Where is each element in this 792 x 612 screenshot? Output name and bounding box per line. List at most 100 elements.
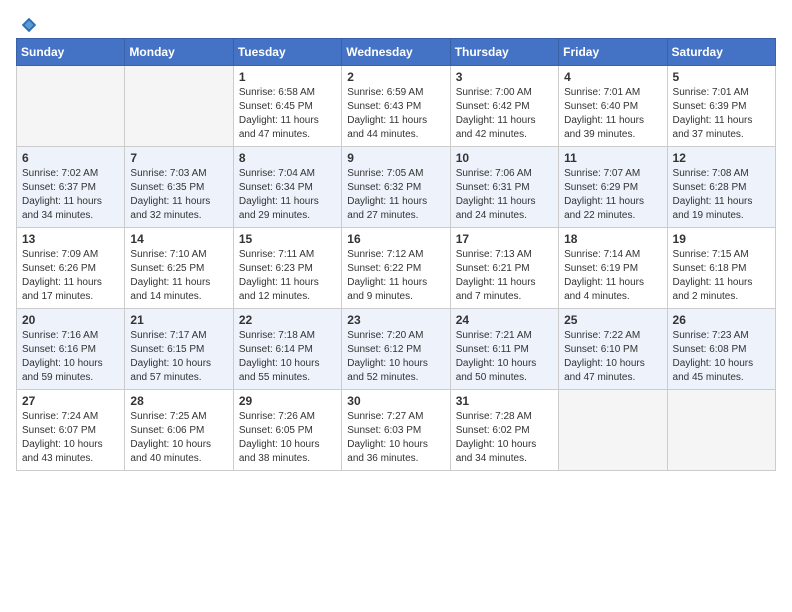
day-info: Sunrise: 7:21 AM Sunset: 6:11 PM Dayligh… bbox=[456, 329, 553, 385]
calendar-day-cell: 31 Sunrise: 7:28 AM Sunset: 6:02 PM Dayli… bbox=[450, 390, 558, 471]
day-info: Sunrise: 7:09 AM Sunset: 6:26 PM Dayligh… bbox=[22, 248, 119, 304]
calendar-day-cell: 28 Sunrise: 7:25 AM Sunset: 6:06 PM Dayli… bbox=[125, 390, 233, 471]
day-number: 15 bbox=[239, 232, 336, 246]
calendar-day-cell: 21 Sunrise: 7:17 AM Sunset: 6:15 PM Dayli… bbox=[125, 309, 233, 390]
day-info: Sunrise: 7:04 AM Sunset: 6:34 PM Dayligh… bbox=[239, 167, 336, 223]
calendar-header-saturday: Saturday bbox=[667, 39, 775, 66]
calendar-day-cell: 26Sunrise: 7:23 AM Sunset: 6:08 PM Dayli… bbox=[667, 309, 775, 390]
day-number: 22 bbox=[239, 313, 336, 327]
calendar-header-sunday: Sunday bbox=[17, 39, 125, 66]
day-number: 5 bbox=[673, 70, 770, 84]
day-number: 8 bbox=[239, 151, 336, 165]
calendar-day-cell: 22 Sunrise: 7:18 AM Sunset: 6:14 PM Dayli… bbox=[233, 309, 341, 390]
day-number: 27 bbox=[22, 394, 119, 408]
day-number: 29 bbox=[239, 394, 336, 408]
day-info: Sunrise: 7:23 AM Sunset: 6:08 PM Dayligh… bbox=[673, 329, 770, 385]
calendar-day-cell: 23Sunrise: 7:20 AM Sunset: 6:12 PM Dayli… bbox=[342, 309, 450, 390]
calendar-week-row: 27 Sunrise: 7:24 AM Sunset: 6:07 PM Dayli… bbox=[17, 390, 776, 471]
calendar-day-cell bbox=[17, 66, 125, 147]
day-number: 13 bbox=[22, 232, 119, 246]
calendar-table: SundayMondayTuesdayWednesdayThursdayFrid… bbox=[16, 38, 776, 471]
calendar-day-cell bbox=[559, 390, 667, 471]
day-number: 1 bbox=[239, 70, 336, 84]
day-number: 23 bbox=[347, 313, 444, 327]
day-info: Sunrise: 7:01 AM Sunset: 6:40 PM Dayligh… bbox=[564, 86, 661, 142]
day-number: 25 bbox=[564, 313, 661, 327]
day-number: 28 bbox=[130, 394, 227, 408]
calendar-day-cell: 19 Sunrise: 7:15 AM Sunset: 6:18 PM Dayli… bbox=[667, 228, 775, 309]
calendar-day-cell: 4 Sunrise: 7:01 AM Sunset: 6:40 PM Daylig… bbox=[559, 66, 667, 147]
calendar-day-cell: 25 Sunrise: 7:22 AM Sunset: 6:10 PM Dayli… bbox=[559, 309, 667, 390]
day-number: 31 bbox=[456, 394, 553, 408]
day-number: 24 bbox=[456, 313, 553, 327]
day-info: Sunrise: 7:00 AM Sunset: 6:42 PM Dayligh… bbox=[456, 86, 553, 142]
calendar-day-cell: 1 Sunrise: 6:58 AM Sunset: 6:45 PM Daylig… bbox=[233, 66, 341, 147]
day-number: 7 bbox=[130, 151, 227, 165]
day-info: Sunrise: 7:03 AM Sunset: 6:35 PM Dayligh… bbox=[130, 167, 227, 223]
day-number: 16 bbox=[347, 232, 444, 246]
calendar-week-row: 13 Sunrise: 7:09 AM Sunset: 6:26 PM Dayli… bbox=[17, 228, 776, 309]
calendar-day-cell: 6 Sunrise: 7:02 AM Sunset: 6:37 PM Daylig… bbox=[17, 147, 125, 228]
day-number: 9 bbox=[347, 151, 444, 165]
page-header bbox=[16, 16, 776, 28]
calendar-day-cell: 29Sunrise: 7:26 AM Sunset: 6:05 PM Dayli… bbox=[233, 390, 341, 471]
day-info: Sunrise: 7:02 AM Sunset: 6:37 PM Dayligh… bbox=[22, 167, 119, 223]
logo-icon bbox=[20, 16, 38, 34]
day-number: 3 bbox=[456, 70, 553, 84]
day-info: Sunrise: 7:28 AM Sunset: 6:02 PM Dayligh… bbox=[456, 410, 553, 466]
day-info: Sunrise: 7:27 AM Sunset: 6:03 PM Dayligh… bbox=[347, 410, 444, 466]
calendar-day-cell: 17 Sunrise: 7:13 AM Sunset: 6:21 PM Dayli… bbox=[450, 228, 558, 309]
day-number: 21 bbox=[130, 313, 227, 327]
day-number: 14 bbox=[130, 232, 227, 246]
calendar-header-row: SundayMondayTuesdayWednesdayThursdayFrid… bbox=[17, 39, 776, 66]
calendar-day-cell: 8 Sunrise: 7:04 AM Sunset: 6:34 PM Daylig… bbox=[233, 147, 341, 228]
day-info: Sunrise: 7:07 AM Sunset: 6:29 PM Dayligh… bbox=[564, 167, 661, 223]
day-info: Sunrise: 7:10 AM Sunset: 6:25 PM Dayligh… bbox=[130, 248, 227, 304]
calendar-day-cell: 9 Sunrise: 7:05 AM Sunset: 6:32 PM Daylig… bbox=[342, 147, 450, 228]
calendar-day-cell: 7 Sunrise: 7:03 AM Sunset: 6:35 PM Daylig… bbox=[125, 147, 233, 228]
calendar-day-cell: 24 Sunrise: 7:21 AM Sunset: 6:11 PM Dayli… bbox=[450, 309, 558, 390]
calendar-week-row: 20 Sunrise: 7:16 AM Sunset: 6:16 PM Dayli… bbox=[17, 309, 776, 390]
day-info: Sunrise: 7:17 AM Sunset: 6:15 PM Dayligh… bbox=[130, 329, 227, 385]
day-info: Sunrise: 7:13 AM Sunset: 6:21 PM Dayligh… bbox=[456, 248, 553, 304]
day-info: Sunrise: 7:25 AM Sunset: 6:06 PM Dayligh… bbox=[130, 410, 227, 466]
calendar-day-cell: 11 Sunrise: 7:07 AM Sunset: 6:29 PM Dayli… bbox=[559, 147, 667, 228]
day-info: Sunrise: 7:15 AM Sunset: 6:18 PM Dayligh… bbox=[673, 248, 770, 304]
calendar-day-cell: 13 Sunrise: 7:09 AM Sunset: 6:26 PM Dayli… bbox=[17, 228, 125, 309]
day-info: Sunrise: 6:58 AM Sunset: 6:45 PM Dayligh… bbox=[239, 86, 336, 142]
calendar-day-cell: 18 Sunrise: 7:14 AM Sunset: 6:19 PM Dayli… bbox=[559, 228, 667, 309]
day-number: 19 bbox=[673, 232, 770, 246]
day-info: Sunrise: 6:59 AM Sunset: 6:43 PM Dayligh… bbox=[347, 86, 444, 142]
day-number: 18 bbox=[564, 232, 661, 246]
day-number: 30 bbox=[347, 394, 444, 408]
calendar-header-monday: Monday bbox=[125, 39, 233, 66]
day-info: Sunrise: 7:08 AM Sunset: 6:28 PM Dayligh… bbox=[673, 167, 770, 223]
day-number: 2 bbox=[347, 70, 444, 84]
calendar-day-cell: 14 Sunrise: 7:10 AM Sunset: 6:25 PM Dayli… bbox=[125, 228, 233, 309]
calendar-day-cell: 30 Sunrise: 7:27 AM Sunset: 6:03 PM Dayli… bbox=[342, 390, 450, 471]
day-number: 11 bbox=[564, 151, 661, 165]
day-info: Sunrise: 7:14 AM Sunset: 6:19 PM Dayligh… bbox=[564, 248, 661, 304]
day-number: 6 bbox=[22, 151, 119, 165]
day-info: Sunrise: 7:24 AM Sunset: 6:07 PM Dayligh… bbox=[22, 410, 119, 466]
day-info: Sunrise: 7:18 AM Sunset: 6:14 PM Dayligh… bbox=[239, 329, 336, 385]
day-info: Sunrise: 7:16 AM Sunset: 6:16 PM Dayligh… bbox=[22, 329, 119, 385]
day-info: Sunrise: 7:11 AM Sunset: 6:23 PM Dayligh… bbox=[239, 248, 336, 304]
calendar-day-cell: 10Sunrise: 7:06 AM Sunset: 6:31 PM Dayli… bbox=[450, 147, 558, 228]
day-info: Sunrise: 7:05 AM Sunset: 6:32 PM Dayligh… bbox=[347, 167, 444, 223]
logo bbox=[16, 16, 38, 28]
calendar-week-row: 6 Sunrise: 7:02 AM Sunset: 6:37 PM Daylig… bbox=[17, 147, 776, 228]
calendar-day-cell bbox=[667, 390, 775, 471]
day-number: 20 bbox=[22, 313, 119, 327]
calendar-header-tuesday: Tuesday bbox=[233, 39, 341, 66]
day-info: Sunrise: 7:01 AM Sunset: 6:39 PM Dayligh… bbox=[673, 86, 770, 142]
calendar-day-cell: 12 Sunrise: 7:08 AM Sunset: 6:28 PM Dayli… bbox=[667, 147, 775, 228]
day-info: Sunrise: 7:22 AM Sunset: 6:10 PM Dayligh… bbox=[564, 329, 661, 385]
calendar-header-friday: Friday bbox=[559, 39, 667, 66]
day-number: 12 bbox=[673, 151, 770, 165]
day-number: 4 bbox=[564, 70, 661, 84]
calendar-header-wednesday: Wednesday bbox=[342, 39, 450, 66]
calendar-day-cell bbox=[125, 66, 233, 147]
calendar-day-cell: 20 Sunrise: 7:16 AM Sunset: 6:16 PM Dayli… bbox=[17, 309, 125, 390]
day-number: 17 bbox=[456, 232, 553, 246]
